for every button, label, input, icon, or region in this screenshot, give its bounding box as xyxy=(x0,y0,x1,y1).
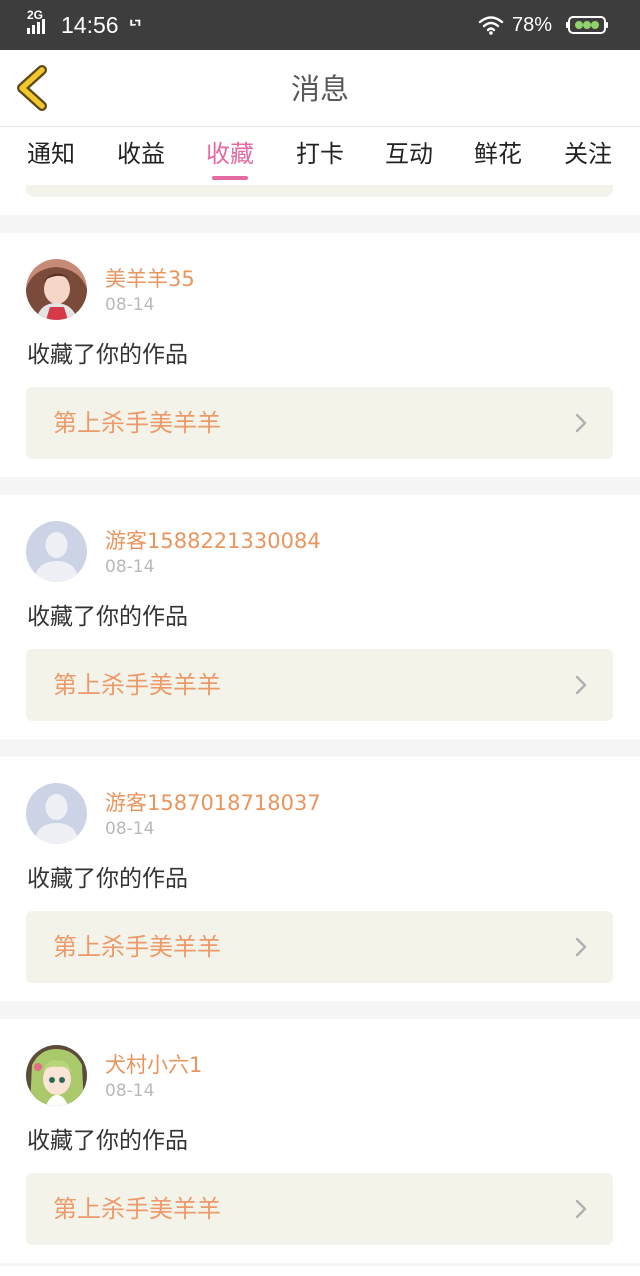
tab-bar: 通知 收益 收藏 打卡 互动 鲜花 关注 xyxy=(0,127,640,185)
work-link[interactable]: 第上杀手美羊羊 xyxy=(26,911,613,983)
anime-girl-avatar-icon xyxy=(26,1045,87,1106)
username[interactable]: 美羊羊35 xyxy=(105,266,195,292)
wifi-icon xyxy=(478,16,504,35)
avatar[interactable] xyxy=(26,259,87,320)
status-bar: 2G 14:56 ᄓ 78% xyxy=(0,0,640,50)
action-text: 收藏了你的作品 xyxy=(27,342,188,368)
tab-notifications[interactable]: 通知 xyxy=(27,137,75,171)
chevron-right-icon xyxy=(575,413,587,433)
chevron-right-icon xyxy=(575,1199,587,1219)
girl-photo-avatar-icon xyxy=(26,259,87,320)
action-text: 收藏了你的作品 xyxy=(27,604,188,630)
avatar[interactable] xyxy=(26,521,87,582)
work-link[interactable]: 第上杀手美羊羊 xyxy=(26,1173,613,1245)
feed-card: 游客1588221330084 08-14 收藏了你的作品 第上杀手美羊羊 xyxy=(0,495,640,739)
timestamp: 08-14 xyxy=(105,557,155,577)
avatar[interactable] xyxy=(26,1045,87,1106)
tab-follows[interactable]: 关注 xyxy=(564,137,612,171)
feed-card: 游客1587018718037 08-14 收藏了你的作品 第上杀手美羊羊 xyxy=(0,757,640,1001)
notification-icon: ᄓ xyxy=(128,19,143,36)
work-link[interactable]: 第上杀手美羊羊 xyxy=(26,649,613,721)
chevron-right-icon xyxy=(575,937,587,957)
work-title: 第上杀手美羊羊 xyxy=(53,1195,221,1223)
nav-header: 消息 xyxy=(0,50,640,127)
timestamp: 08-14 xyxy=(105,1081,155,1101)
work-box-partial[interactable] xyxy=(26,185,613,197)
username[interactable]: 游客1587018718037 xyxy=(105,790,321,816)
work-title: 第上杀手美羊羊 xyxy=(53,933,221,961)
action-text: 收藏了你的作品 xyxy=(27,866,188,892)
tab-interactions[interactable]: 互动 xyxy=(385,137,433,171)
battery-percent: 78% xyxy=(512,14,553,36)
network-type: 2G xyxy=(27,8,44,22)
feed-card-partial-bottom xyxy=(0,1266,640,1276)
username[interactable]: 游客1588221330084 xyxy=(105,528,321,554)
cellular-signal-icon: 2G xyxy=(26,9,52,37)
default-user-avatar-icon xyxy=(26,783,87,844)
work-link[interactable]: 第上杀手美羊羊 xyxy=(26,387,613,459)
active-tab-indicator xyxy=(212,176,248,180)
feed-card: 犬村小六1 08-14 收藏了你的作品 第上杀手美羊羊 xyxy=(0,1019,640,1263)
work-title: 第上杀手美羊羊 xyxy=(53,409,221,437)
battery-icon xyxy=(566,16,608,34)
page-title: 消息 xyxy=(290,72,349,106)
avatar[interactable] xyxy=(26,783,87,844)
chevron-right-icon xyxy=(575,675,587,695)
username[interactable]: 犬村小六1 xyxy=(105,1052,202,1078)
tab-earnings[interactable]: 收益 xyxy=(117,137,165,171)
feed-card-partial xyxy=(0,185,640,215)
tab-flowers[interactable]: 鲜花 xyxy=(474,137,522,171)
tab-checkin[interactable]: 打卡 xyxy=(296,137,344,171)
default-user-avatar-icon xyxy=(26,521,87,582)
status-time: 14:56 xyxy=(61,12,119,38)
timestamp: 08-14 xyxy=(105,819,155,839)
action-text: 收藏了你的作品 xyxy=(27,1128,188,1154)
timestamp: 08-14 xyxy=(105,295,155,315)
feed-card: 美羊羊35 08-14 收藏了你的作品 第上杀手美羊羊 xyxy=(0,233,640,477)
work-title: 第上杀手美羊羊 xyxy=(53,671,221,699)
tab-favorites[interactable]: 收藏 xyxy=(206,137,254,171)
